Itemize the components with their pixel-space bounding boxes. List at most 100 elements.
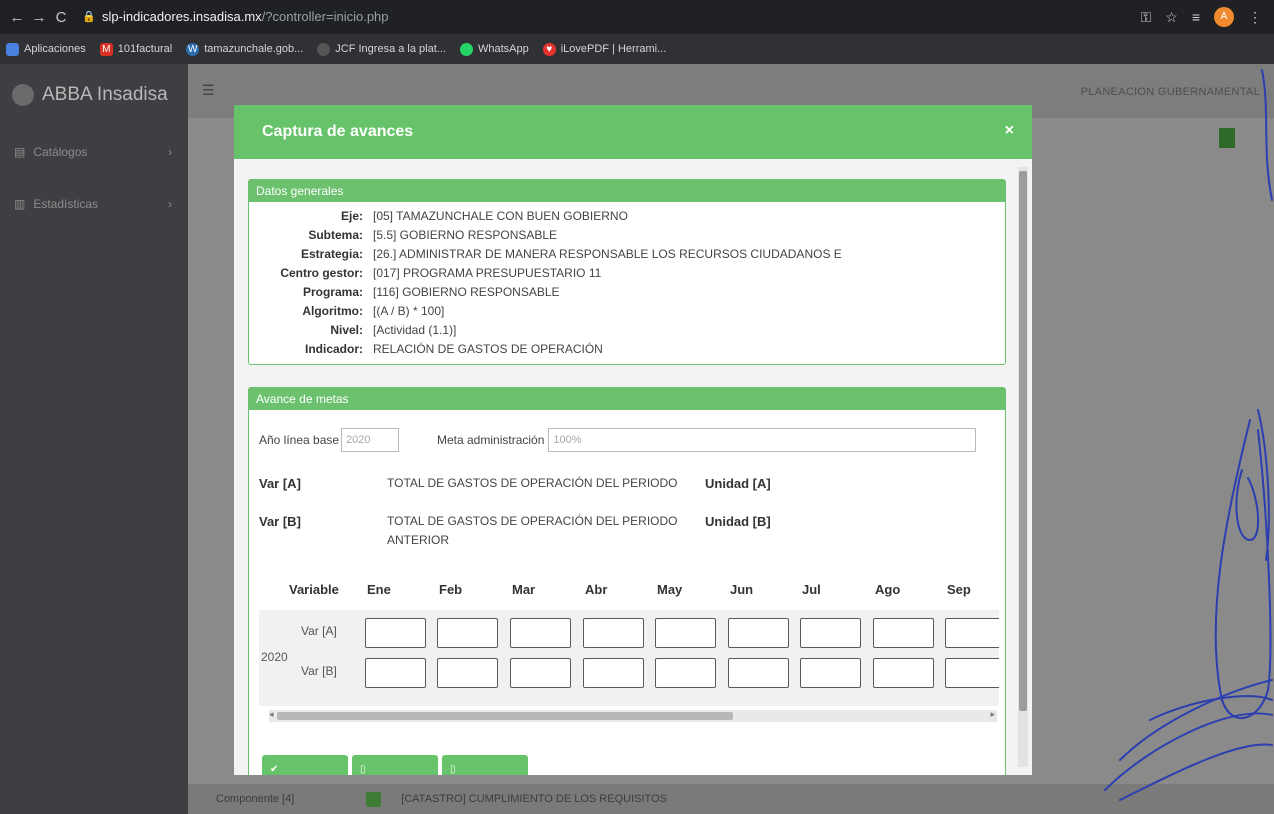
var-b-may-input[interactable]: [655, 658, 716, 688]
var-a-label: Var [A]: [259, 476, 301, 491]
check-icon[interactable]: [366, 791, 382, 807]
var-a-sep-input[interactable]: [945, 618, 999, 648]
var-a-may-input[interactable]: [655, 618, 716, 648]
scroll-right-icon[interactable]: ▸: [990, 709, 995, 720]
vertical-scrollbar[interactable]: [1018, 167, 1028, 767]
month-header: Jun: [730, 582, 754, 597]
var-b-jun-input[interactable]: [728, 658, 789, 688]
globe-icon: [317, 42, 331, 56]
info-row: Programa: [116] GOBIERNO RESPONSABLE: [302, 284, 560, 299]
address-bar[interactable]: 🔒 slp-indicadores.insadisa.mx /?controll…: [82, 5, 1102, 27]
background-table-row: Componente [4] [CATASTRO] CUMPLIMIENTO D…: [188, 784, 1274, 814]
scroll-left-icon[interactable]: ◂: [269, 709, 274, 720]
profile-avatar[interactable]: A: [1214, 7, 1234, 27]
var-a-abr-input[interactable]: [583, 618, 644, 648]
var-b-label: Var [B]: [259, 514, 301, 529]
meta-administracion-field: Meta administración 100%: [437, 428, 977, 452]
reload-icon[interactable]: C: [50, 9, 72, 26]
bookmark-tamazunchale[interactable]: Wtamazunchale.gob...: [186, 42, 303, 56]
modal-title: Captura de avances: [262, 123, 414, 140]
bookmark-jcf[interactable]: JCF Ingresa a la plat...: [317, 42, 446, 56]
info-row: Centro gestor: [017] PROGRAMA PRESUPUESTA…: [280, 265, 602, 280]
brand-name: ABBA Insadisa: [42, 84, 168, 105]
var-b-description: TOTAL DE GASTOS DE OPERACIÓN DEL PERIODO: [387, 514, 678, 528]
variable-header: Variable: [289, 582, 339, 597]
brand: ABBA Insadisa: [0, 64, 188, 126]
sidebar-item-catalogos[interactable]: ▤ Catálogos ›: [0, 126, 188, 178]
row-label-var-b: Var [B]: [301, 664, 337, 678]
reading-list-icon[interactable]: ≡: [1192, 9, 1200, 25]
modal-actions: ✔ ▯ ▯: [262, 755, 528, 775]
apps-icon: [6, 42, 19, 56]
var-a-description: TOTAL DE GASTOS DE OPERACIÓN DEL PERIODO: [387, 476, 678, 490]
scrollbar-thumb[interactable]: [277, 712, 733, 720]
panel-heading: Avance de metas: [249, 388, 1005, 410]
var-b-sep-input[interactable]: [945, 658, 999, 688]
key-icon[interactable]: ⚿: [1141, 9, 1152, 26]
horizontal-scrollbar[interactable]: ◂ ▸: [269, 709, 997, 722]
sidebar-item-estadisticas[interactable]: ▥ Estadísticas ›: [0, 178, 188, 230]
save-button[interactable]: ✔: [262, 755, 348, 775]
var-b-ene-input[interactable]: [365, 658, 426, 688]
var-b-jul-input[interactable]: [800, 658, 861, 688]
unidad-b-label: Unidad [B]: [705, 514, 771, 529]
ano-linea-base-field: Año línea base 2020: [259, 428, 400, 452]
var-b-mar-input[interactable]: [510, 658, 571, 688]
bookmark-ilovepdf[interactable]: ♥ iLovePDF | Herrami...: [542, 42, 666, 56]
ano-input[interactable]: 2020: [341, 428, 400, 452]
browser-toolbar: ← → C 🔒 slp-indicadores.insadisa.mx /?co…: [0, 0, 1274, 34]
datos-list: Eje: [05] TAMAZUNCHALE CON BUEN GOBIERNO …: [249, 202, 1005, 358]
star-icon[interactable]: ☆: [1165, 9, 1178, 26]
avance-metas-panel: Avance de metas Año línea base 2020 Meta…: [248, 387, 1006, 775]
chevron-right-icon: ›: [168, 197, 172, 211]
row-label: Componente [4]: [216, 793, 295, 805]
var-a-ago-input[interactable]: [873, 618, 934, 648]
brand-logo-icon: [12, 84, 34, 106]
wordpress-icon: W: [186, 42, 200, 56]
forward-icon[interactable]: →: [28, 9, 50, 26]
meta-label: Meta administración: [437, 433, 545, 447]
close-icon[interactable]: ×: [1005, 122, 1014, 140]
info-row: Algoritmo: [(A / B) * 100]: [302, 303, 445, 318]
user-menu[interactable]: PLANEACION GUBERNAMENTAL: [1081, 86, 1260, 98]
bookmark-apps[interactable]: Aplicaciones: [6, 42, 86, 56]
chevron-right-icon: ›: [168, 145, 172, 159]
bar-chart-icon: ▥: [14, 197, 26, 211]
bookmark-gmail[interactable]: M 101factural: [99, 42, 172, 56]
info-row: Subtema: [5.5] GOBIERNO RESPONSABLE: [308, 227, 558, 242]
bookmark-whatsapp[interactable]: WhatsApp: [459, 42, 529, 56]
var-b-abr-input[interactable]: [583, 658, 644, 688]
var-a-jul-input[interactable]: [800, 618, 861, 648]
var-b-feb-input[interactable]: [437, 658, 498, 688]
scrollbar-thumb[interactable]: [1019, 171, 1027, 711]
url-path: /?controller=inicio.php: [261, 8, 389, 24]
monthly-capture-grid: Variable Ene Feb Mar Abr May Jun Jul Ago…: [259, 578, 999, 753]
month-header: May: [657, 582, 683, 597]
menu-icon[interactable]: ⋮: [1248, 9, 1262, 26]
sidebar: ABBA Insadisa ▤ Catálogos › ▥ Estadístic…: [0, 64, 188, 814]
document-icon: ▯: [360, 763, 366, 775]
meta-input[interactable]: 100%: [548, 428, 977, 452]
gmail-icon: M: [99, 42, 113, 56]
month-header: Jul: [802, 582, 821, 597]
var-a-mar-input[interactable]: [510, 618, 571, 648]
bg-action-icon: [1219, 128, 1235, 148]
save-icon: ✔: [270, 763, 279, 775]
var-a-feb-input[interactable]: [437, 618, 498, 648]
captura-avances-modal: Captura de avances × Datos generales Eje…: [234, 105, 1032, 775]
var-a-ene-input[interactable]: [365, 618, 426, 648]
var-a-jun-input[interactable]: [728, 618, 789, 648]
month-header: Ago: [875, 582, 901, 597]
ano-label: Año línea base: [259, 433, 340, 447]
export-button[interactable]: ▯: [442, 755, 528, 775]
datos-generales-panel: Datos generales Eje: [05] TAMAZUNCHALE CO…: [248, 179, 1006, 365]
back-icon[interactable]: ←: [6, 9, 28, 26]
modal-body: Datos generales Eje: [05] TAMAZUNCHALE CO…: [234, 159, 1032, 775]
lock-icon: 🔒: [82, 10, 96, 23]
pdf-button[interactable]: ▯: [352, 755, 438, 775]
hamburger-icon[interactable]: ☰: [202, 82, 215, 99]
panel-heading: Datos generales: [249, 180, 1005, 202]
var-b-ago-input[interactable]: [873, 658, 934, 688]
row-text: [CATASTRO] CUMPLIMIENTO DE LOS REQUISITO…: [401, 793, 667, 805]
info-row: Indicador: RELACIÓN DE GASTOS DE OPERACIÓ…: [304, 341, 603, 356]
